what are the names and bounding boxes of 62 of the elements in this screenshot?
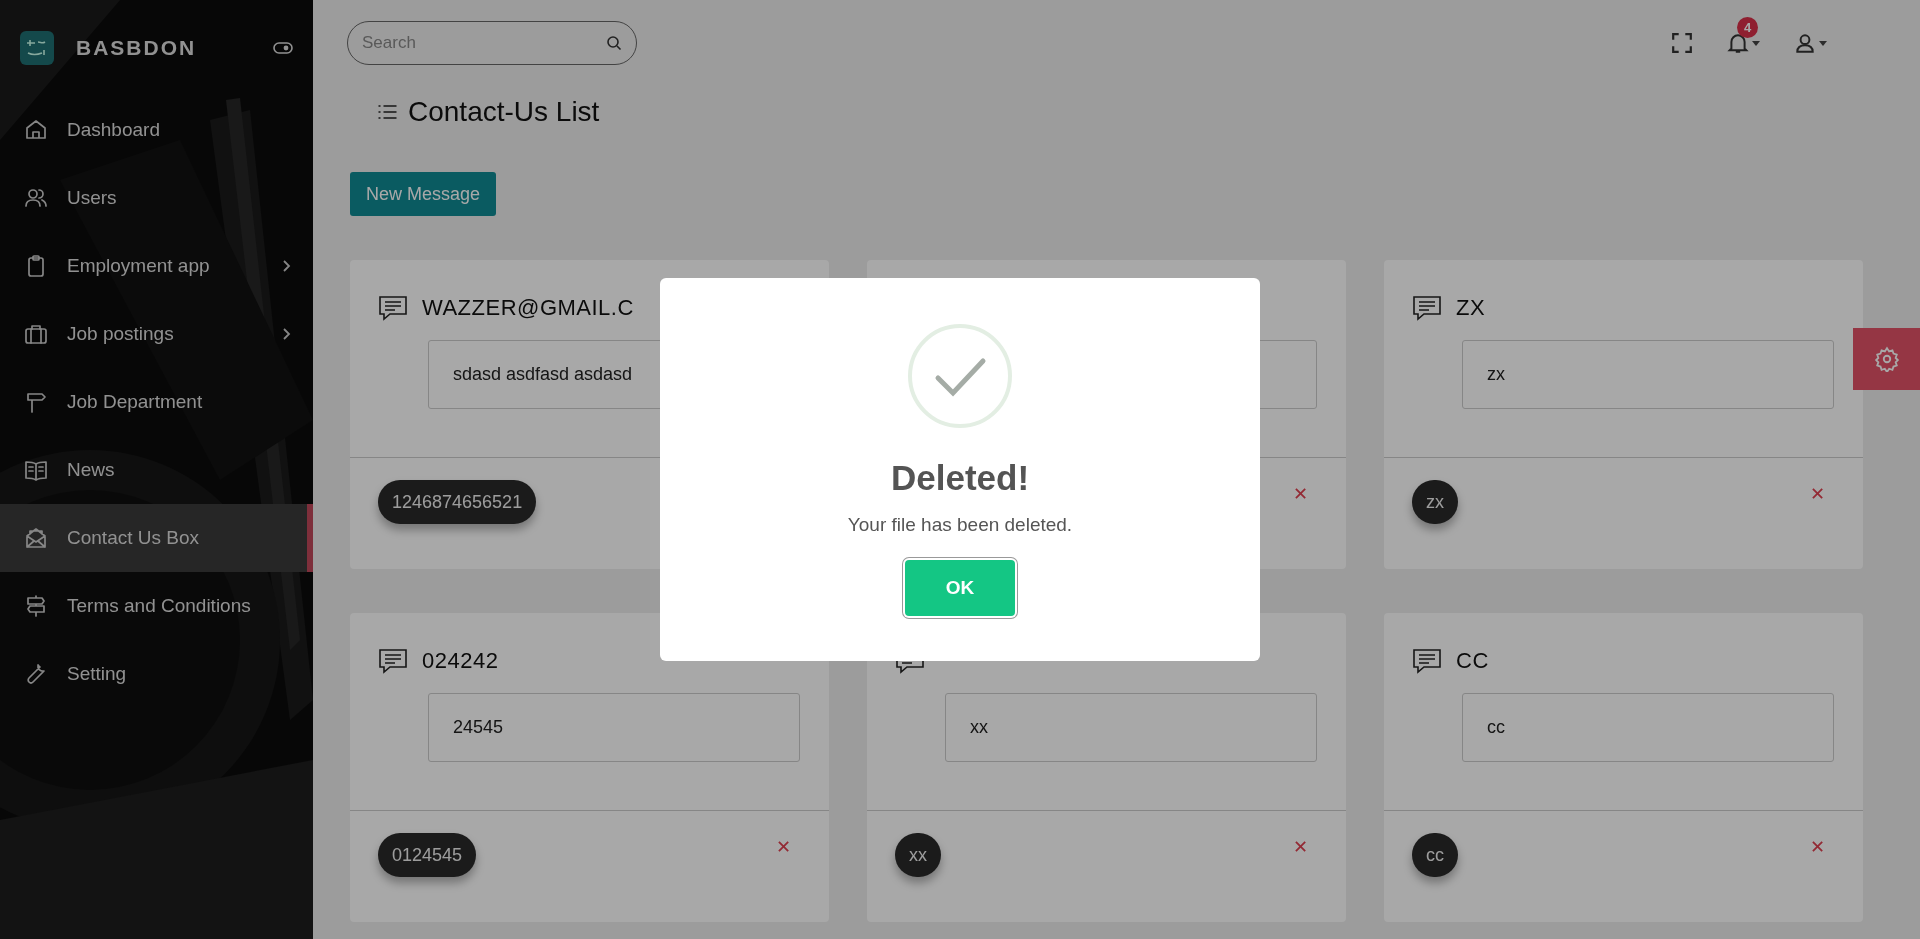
user-icon: [1794, 32, 1816, 54]
sidebar-item[interactable]: Terms and Conditions: [0, 572, 313, 640]
sender-badge: 0124545: [378, 833, 477, 877]
notification-count: 4: [1737, 17, 1758, 38]
sender-badge: xx: [895, 833, 941, 877]
card-title: 024242: [422, 648, 499, 674]
message-field: cc: [1462, 693, 1834, 762]
search-icon: [606, 35, 622, 51]
signs-icon: [24, 594, 48, 618]
sidebar-item[interactable]: Dashboard: [0, 96, 313, 164]
toggle-icon[interactable]: [273, 42, 293, 54]
sign-icon: [24, 390, 48, 414]
logo-icon: [20, 31, 54, 65]
dialog-title: Deleted!: [890, 458, 1030, 498]
sidebar-item[interactable]: Users: [0, 164, 313, 232]
user-menu-button[interactable]: [1794, 32, 1827, 54]
message-icon: [378, 648, 408, 674]
notifications-button[interactable]: [1727, 32, 1760, 54]
sender-badge: cc: [1412, 833, 1458, 877]
dialog-text: Your file has been deleted.: [847, 514, 1073, 536]
sidebar-item[interactable]: Job postings: [0, 300, 313, 368]
wrench-icon: [24, 662, 48, 686]
message-icon: [1412, 295, 1442, 321]
delete-button[interactable]: ✕: [1810, 484, 1825, 504]
bell-icon: [1727, 32, 1749, 54]
delete-button[interactable]: ✕: [1293, 484, 1308, 504]
mail-icon: [24, 526, 48, 550]
message-icon: [378, 295, 408, 321]
message-field: zx: [1462, 340, 1834, 409]
chevron-icon: [281, 259, 291, 273]
card-title: CC: [1456, 648, 1489, 674]
sidebar-item[interactable]: Setting: [0, 640, 313, 708]
delete-button[interactable]: ✕: [776, 837, 791, 857]
sidebar-item[interactable]: Employment app: [0, 232, 313, 300]
search-field[interactable]: Search: [347, 21, 637, 65]
brand-name: BASBDON: [76, 36, 198, 60]
card-title: ZX: [1456, 295, 1486, 321]
success-check-icon: [908, 324, 1012, 428]
sidebar-item[interactable]: Job Department: [0, 368, 313, 436]
users-icon: [24, 186, 48, 210]
caret-icon: [1819, 40, 1827, 46]
caret-icon: [1752, 40, 1760, 46]
page-title: Contact-Us List: [408, 96, 600, 128]
card-title: WAZZER@GMAIL.C: [422, 295, 634, 321]
sidebar-item[interactable]: News: [0, 436, 313, 504]
message-field: 24545: [428, 693, 800, 762]
home-icon: [24, 118, 48, 142]
fullscreen-icon[interactable]: [1671, 32, 1693, 54]
sidebar-item[interactable]: Contact Us Box: [0, 504, 313, 572]
settings-icon: [1873, 346, 1900, 372]
settings-button[interactable]: [1853, 328, 1920, 390]
list-icon: [377, 104, 398, 120]
delete-button[interactable]: ✕: [1810, 837, 1825, 857]
message-field: xx: [945, 693, 1317, 762]
new-message-button[interactable]: New Message: [350, 172, 497, 216]
chevron-icon: [281, 327, 291, 341]
sender-badge: 1246874656521: [378, 480, 537, 524]
delete-button[interactable]: ✕: [1293, 837, 1308, 857]
sender-badge: zx: [1412, 480, 1458, 524]
message-icon: [1412, 648, 1442, 674]
book-icon: [24, 458, 48, 482]
case-icon: [24, 322, 48, 346]
